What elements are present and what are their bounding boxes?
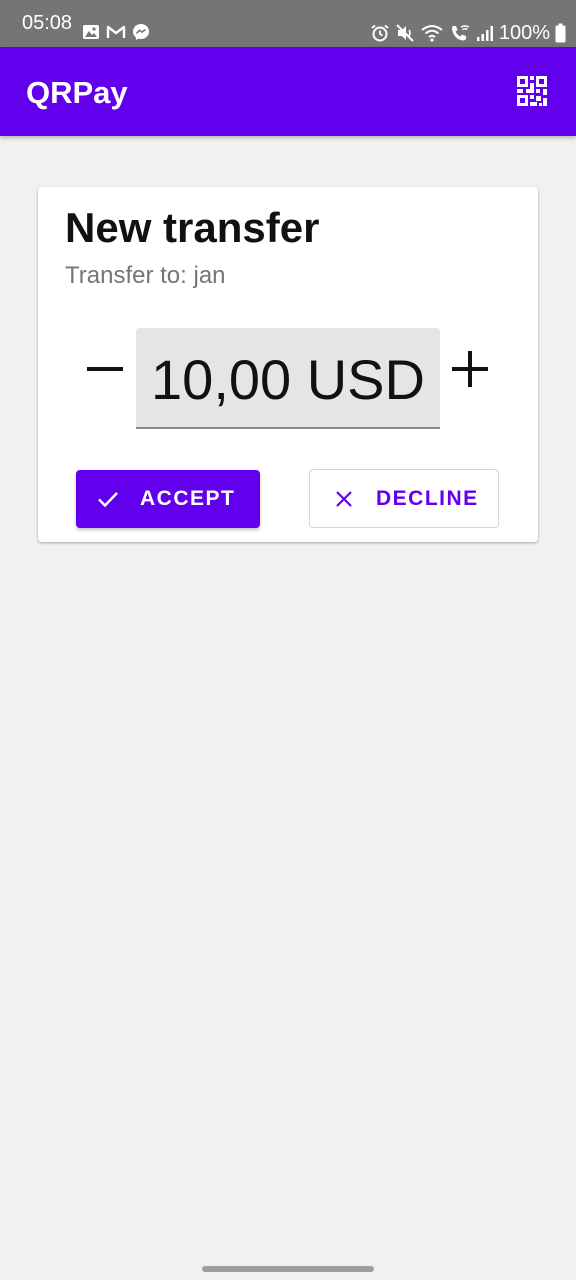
- decline-label: DECLINE: [376, 486, 479, 510]
- qr-code-icon: [517, 76, 547, 106]
- qr-code-button[interactable]: [510, 69, 554, 113]
- app-title: QRPay: [26, 75, 128, 110]
- decline-button[interactable]: DECLINE: [309, 469, 499, 528]
- signal-icon: [476, 24, 494, 42]
- home-indicator[interactable]: [202, 1266, 374, 1272]
- image-icon: [82, 23, 100, 41]
- accept-label: ACCEPT: [140, 487, 236, 510]
- notification-icons: [82, 23, 150, 41]
- alarm-icon: [370, 23, 390, 43]
- messenger-icon: [132, 23, 150, 41]
- battery-percent: 100%: [498, 22, 550, 44]
- transfer-card: New transfer Transfer to: jan 10,00 USD …: [38, 187, 538, 542]
- navigation-bar: [0, 1256, 576, 1280]
- mute-icon: [395, 23, 415, 43]
- increment-button[interactable]: [440, 339, 500, 399]
- system-icons: 100%: [370, 21, 566, 45]
- check-icon: [96, 487, 120, 511]
- wifi-icon: [420, 23, 444, 43]
- decrement-button[interactable]: [75, 339, 135, 399]
- amount-field[interactable]: 10,00 USD: [136, 328, 440, 429]
- minus-icon: [87, 367, 123, 371]
- accept-button[interactable]: ACCEPT: [76, 470, 260, 528]
- status-bar: 05:08 100%: [0, 0, 576, 47]
- plus-icon: [452, 351, 488, 387]
- close-icon: [332, 487, 356, 511]
- transfer-recipient: Transfer to: jan: [65, 262, 226, 289]
- status-time: 05:08: [22, 12, 73, 34]
- battery-icon: [555, 23, 566, 43]
- card-title: New transfer: [65, 204, 320, 251]
- wifi-calling-icon: [449, 23, 471, 43]
- gmail-icon: [106, 23, 126, 41]
- app-bar: QRPay: [0, 47, 576, 136]
